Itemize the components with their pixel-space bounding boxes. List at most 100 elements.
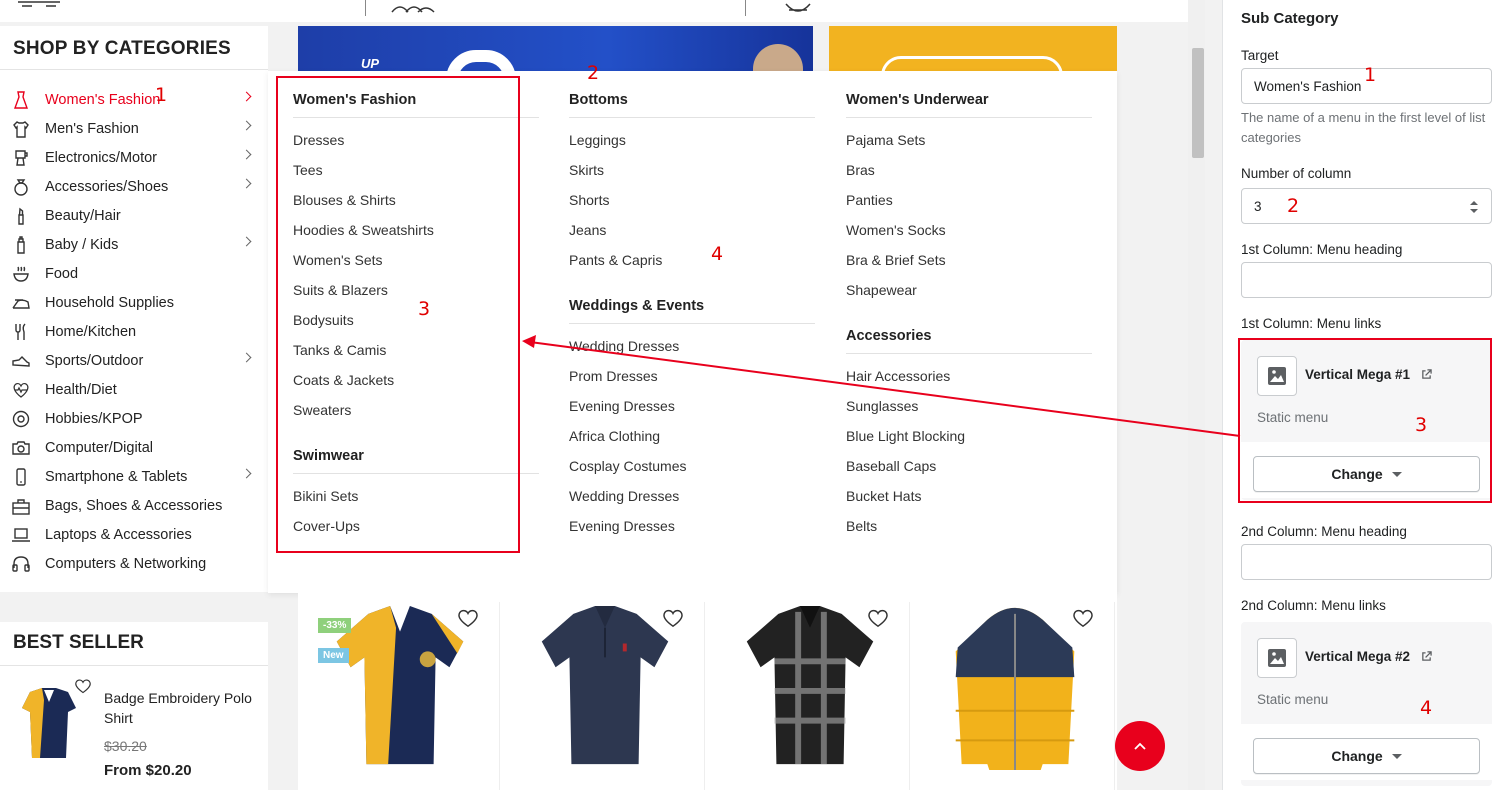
sidebar-item-men-s-fashion[interactable]: Men's Fashion <box>0 114 268 143</box>
mega-menu-link[interactable]: Wedding Dresses <box>569 336 815 366</box>
mega-menu-link[interactable]: Belts <box>846 516 1092 546</box>
mega-menu-heading[interactable]: Swimwear <box>293 444 539 474</box>
change-menu-button[interactable]: Change <box>1253 456 1480 492</box>
wishlist-heart-icon[interactable] <box>662 608 684 630</box>
external-link-icon[interactable] <box>1421 651 1432 662</box>
external-link-icon[interactable] <box>1421 369 1432 380</box>
sidebar-item-smartphone-tablets[interactable]: Smartphone & Tablets <box>0 462 268 491</box>
product-thumbnail[interactable] <box>20 686 78 762</box>
mega-menu-link[interactable]: Pants & Capris <box>569 250 815 280</box>
change-button-wrap: Change <box>1241 724 1492 780</box>
mega-menu-link[interactable]: Bras <box>846 160 1092 190</box>
mega-menu-heading[interactable]: Women's Underwear <box>846 88 1092 118</box>
mega-menu-link[interactable]: Women's Socks <box>846 220 1092 250</box>
new-badge: New <box>318 648 349 663</box>
target-label: Target <box>1241 48 1279 63</box>
back-to-top-button[interactable] <box>1115 721 1165 771</box>
mega-menu-link[interactable]: Sweaters <box>293 400 539 430</box>
mega-menu-link[interactable]: Wedding Dresses <box>569 486 815 516</box>
wifi-icon <box>391 6 435 13</box>
mega-menu-link[interactable]: Panties <box>846 190 1092 220</box>
product-name[interactable]: Badge Embroidery Polo Shirt <box>104 688 254 728</box>
wishlist-heart-icon[interactable] <box>457 608 479 630</box>
mega-menu-link[interactable]: Bodysuits <box>293 310 539 340</box>
wishlist-heart-icon[interactable] <box>867 608 889 630</box>
mega-menu-link[interactable]: Tees <box>293 160 539 190</box>
col1-menu-title[interactable]: Vertical Mega #1 <box>1305 367 1410 382</box>
mega-menu-link[interactable]: Dresses <box>293 130 539 160</box>
mega-menu-link[interactable]: Hoodies & Sweatshirts <box>293 220 539 250</box>
mega-menu-link[interactable]: Jeans <box>569 220 815 250</box>
disc-icon <box>11 409 31 429</box>
sneaker-icon <box>11 351 31 371</box>
mega-menu-link[interactable]: Bikini Sets <box>293 486 539 516</box>
sidebar-item-bags-shoes-accessories[interactable]: Bags, Shoes & Accessories <box>0 491 268 520</box>
mega-menu-heading[interactable]: Weddings & Events <box>569 294 815 324</box>
sidebar-item-women-s-fashion[interactable]: Women's Fashion <box>0 85 268 114</box>
mega-menu-heading[interactable]: Accessories <box>846 324 1092 354</box>
sidebar-item-beauty-hair[interactable]: Beauty/Hair <box>0 201 268 230</box>
sidebar-item-laptops-accessories[interactable]: Laptops & Accessories <box>0 520 268 549</box>
wishlist-heart-icon[interactable] <box>74 678 92 694</box>
wishlist-heart-icon[interactable] <box>1072 608 1094 630</box>
mega-menu-link[interactable]: Bra & Brief Sets <box>846 250 1092 280</box>
mega-menu-link[interactable]: Prom Dresses <box>569 366 815 396</box>
sidebar-item-household-supplies[interactable]: Household Supplies <box>0 288 268 317</box>
product-card[interactable] <box>708 602 910 790</box>
mega-menu-link[interactable]: Evening Dresses <box>569 516 815 546</box>
promo-banner[interactable]: UP <box>298 26 813 72</box>
header-divider <box>745 0 746 16</box>
mega-menu-link-list: Leggings Skirts Shorts Jeans Pants & Capris <box>569 118 815 280</box>
heartbeat-icon <box>11 380 31 400</box>
sidebar-item-health-diet[interactable]: Health/Diet <box>0 375 268 404</box>
mega-menu-link[interactable]: Cosplay Costumes <box>569 456 815 486</box>
mega-menu-link[interactable]: Shapewear <box>846 280 1092 310</box>
columns-number-input[interactable]: 3 <box>1241 188 1492 224</box>
mega-menu-link[interactable]: Coats & Jackets <box>293 370 539 400</box>
sidebar-item-computers-networking[interactable]: Computers & Networking <box>0 549 268 578</box>
sidebar-item-label: Women's Fashion <box>45 91 161 108</box>
sidebar-item-computer-digital[interactable]: Computer/Digital <box>0 433 268 462</box>
mega-menu-link[interactable]: Skirts <box>569 160 815 190</box>
sidebar-item-hobbies-kpop[interactable]: Hobbies/KPOP <box>0 404 268 433</box>
promo-banner-secondary[interactable] <box>829 26 1117 72</box>
chevron-right-icon <box>241 120 252 131</box>
mega-menu-heading[interactable]: Bottoms <box>569 88 815 118</box>
col1-heading-input[interactable] <box>1241 262 1492 298</box>
discount-badge: -33% <box>318 618 352 633</box>
mega-menu-link[interactable]: Blue Light Blocking <box>846 426 1092 456</box>
stepper-arrows-icon[interactable] <box>1469 200 1479 214</box>
mega-menu-link[interactable]: Pajama Sets <box>846 130 1092 160</box>
sidebar-item-baby-kids[interactable]: Baby / Kids <box>0 230 268 259</box>
page-scrollbar-thumb[interactable] <box>1192 48 1204 158</box>
mega-menu-link[interactable]: Blouses & Shirts <box>293 190 539 220</box>
product-card[interactable]: -33% New <box>298 602 500 790</box>
mega-menu-link[interactable]: Hair Accessories <box>846 366 1092 396</box>
sidebar-item-accessories-shoes[interactable]: Accessories/Shoes <box>0 172 268 201</box>
mega-menu-link[interactable]: Women's Sets <box>293 250 539 280</box>
mega-menu-link[interactable]: Leggings <box>569 130 815 160</box>
target-help-text: The name of a menu in the first level of… <box>1241 110 1486 145</box>
product-card[interactable] <box>913 602 1115 790</box>
mega-menu-heading[interactable]: Women's Fashion <box>293 88 539 118</box>
product-card[interactable] <box>503 602 705 790</box>
sidebar-item-sports-outdoor[interactable]: Sports/Outdoor <box>0 346 268 375</box>
mega-menu-link[interactable]: Tanks & Camis <box>293 340 539 370</box>
mega-menu-link[interactable]: Shorts <box>569 190 815 220</box>
product-grid: -33% New <box>298 592 1117 790</box>
dress-icon <box>11 90 31 110</box>
col2-heading-input[interactable] <box>1241 544 1492 580</box>
change-menu-button[interactable]: Change <box>1253 738 1480 774</box>
mega-menu-link[interactable]: Bucket Hats <box>846 486 1092 516</box>
col2-menu-title[interactable]: Vertical Mega #2 <box>1305 649 1410 664</box>
col1-heading-label: 1st Column: Menu heading <box>1241 242 1403 257</box>
mega-menu-link[interactable]: Suits & Blazers <box>293 280 539 310</box>
sidebar-item-food[interactable]: Food <box>0 259 268 288</box>
mega-menu-link[interactable]: Baseball Caps <box>846 456 1092 486</box>
mega-menu-link[interactable]: Evening Dresses <box>569 396 815 426</box>
sidebar-item-electronics-motor[interactable]: Electronics/Motor <box>0 143 268 172</box>
mega-menu-link[interactable]: Sunglasses <box>846 396 1092 426</box>
mega-menu-link[interactable]: Africa Clothing <box>569 426 815 456</box>
sidebar-item-home-kitchen[interactable]: Home/Kitchen <box>0 317 268 346</box>
mega-menu-link[interactable]: Cover-Ups <box>293 516 539 546</box>
